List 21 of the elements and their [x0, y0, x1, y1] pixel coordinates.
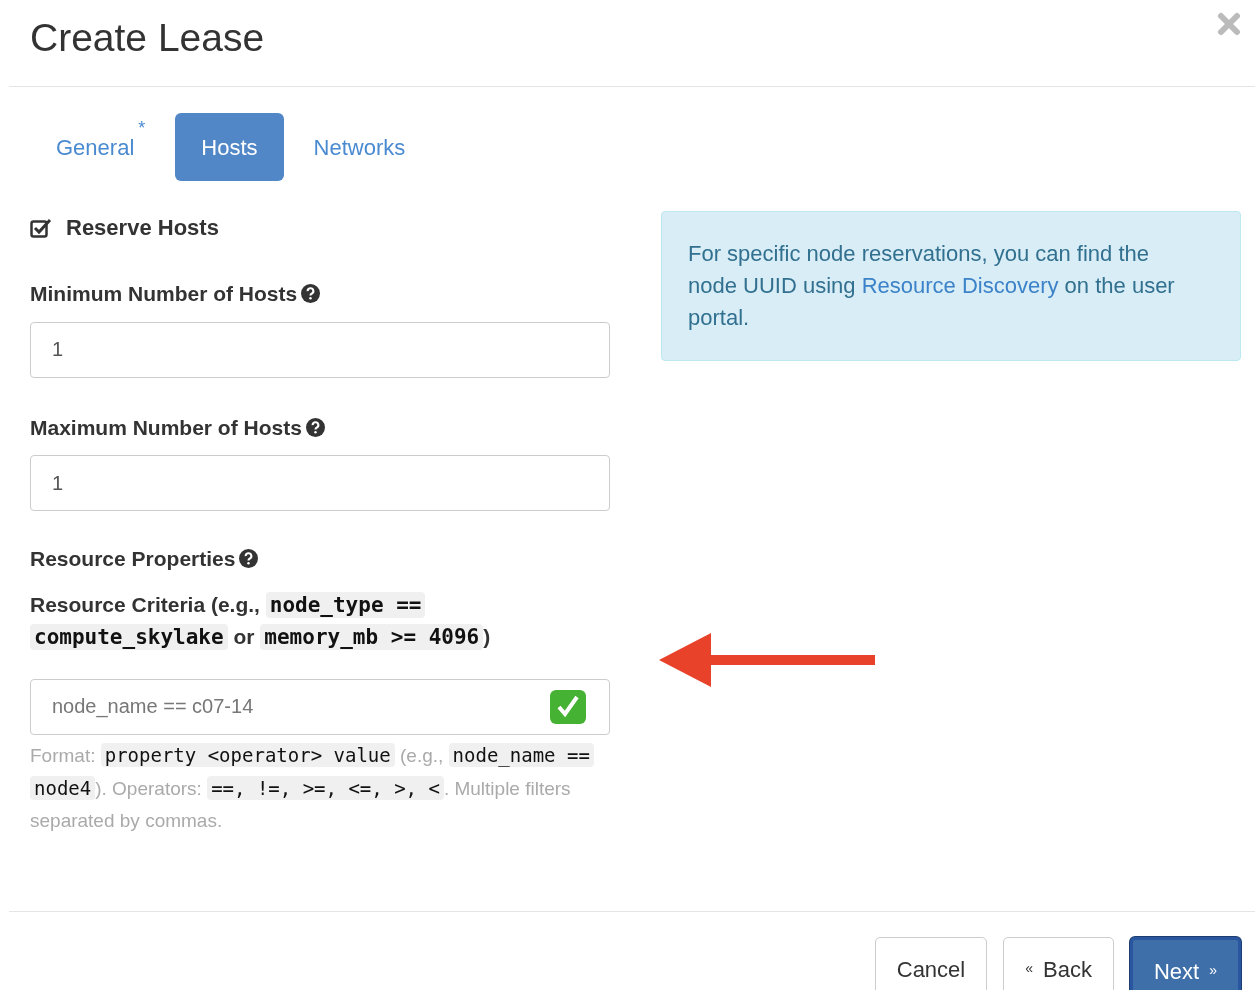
criteria-label: Resource Criteria (e.g., node_type == compute_skylake or memory_mb >= 4096 )	[30, 590, 492, 652]
field-label: Minimum Number of Hosts	[30, 281, 298, 307]
arrow-icon	[659, 633, 875, 687]
checkbox[interactable]	[30, 217, 52, 238]
number-input[interactable]: 1	[30, 321, 610, 378]
tab[interactable]: Hosts	[175, 113, 284, 181]
info-text: For specific node reservations, you can find the node UUID using Resource Discovery on the user portal.	[688, 240, 1176, 332]
checkbox-label: Reserve Hosts	[66, 214, 219, 242]
criteria-input[interactable]: node_name == c07-14	[30, 678, 610, 735]
tab[interactable]: Networks	[287, 113, 432, 181]
section-label: Resource Properties	[30, 546, 236, 572]
help-icon	[305, 417, 325, 437]
help-icon	[239, 549, 259, 569]
cancel-button[interactable]: Cancel	[874, 937, 988, 990]
dialog-title: Create Lease	[30, 15, 265, 61]
back-button[interactable]: « Back	[1003, 937, 1114, 990]
field-label: Maximum Number of Hosts	[30, 414, 302, 441]
number-input[interactable]: 1	[30, 455, 610, 511]
next-button[interactable]: Next »	[1129, 937, 1241, 990]
help-icon	[301, 284, 321, 304]
resource-discovery-link[interactable]: Resource Discovery	[861, 273, 1059, 298]
